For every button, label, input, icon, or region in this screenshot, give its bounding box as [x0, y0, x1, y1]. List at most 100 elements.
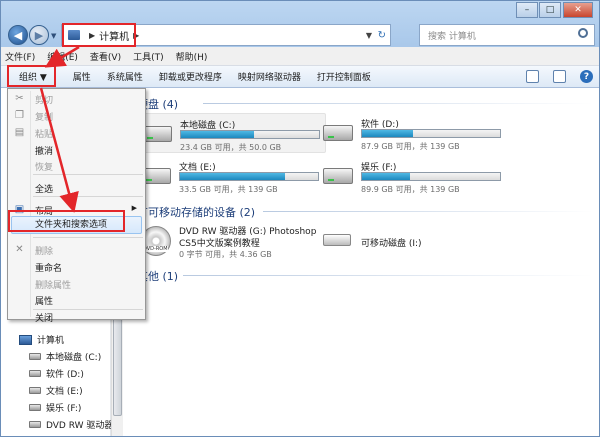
search-icon[interactable] [578, 28, 588, 38]
tree-label: 软件 (D:) [46, 370, 84, 380]
forward-button[interactable]: ▶ [29, 25, 49, 45]
menu-item-rename[interactable]: 重命名 [35, 261, 62, 274]
search-placeholder: 搜索 计算机 [428, 31, 476, 42]
drive-info: 23.4 GB 可用，共 50.0 GB [180, 143, 282, 152]
drive-icon [29, 387, 41, 394]
tree-label: 本地磁盘 (C:) [46, 353, 102, 363]
drive-name: 可移动磁盘 (I:) [361, 239, 422, 249]
tree-label: 计算机 [37, 336, 65, 346]
menu-item-close[interactable]: 关闭 [35, 311, 53, 324]
removable-disk-icon [323, 234, 351, 246]
hard-drive-icon [323, 125, 353, 141]
organize-context-menu: ✂ 剪切 ❐ 复制 ▤ 粘贴 撤消 恢复 全选 ▣ 布局 ▶ 文件夹和搜索选项 … [7, 88, 146, 324]
drive-icon [29, 353, 41, 360]
tree-label: 娱乐 (F:) [46, 404, 82, 414]
drive-e[interactable]: 文档 (E:) 33.5 GB 可用，共 139 GB [141, 156, 326, 196]
submenu-arrow-icon: ▶ [131, 204, 137, 212]
menu-item-remove-properties[interactable]: 删除属性 [35, 278, 71, 291]
dvd-label: DVD-ROM [143, 246, 168, 252]
refresh-icon[interactable]: ↻ [378, 30, 386, 41]
menu-item-redo[interactable]: 恢复 [35, 160, 53, 173]
open-control-panel-button[interactable]: 打开控制面板 [309, 70, 379, 83]
scrollbar-thumb[interactable] [113, 316, 122, 416]
group-divider [183, 275, 593, 276]
annotation-box-address [62, 23, 136, 47]
view-options-icon[interactable] [526, 70, 539, 83]
menu-edit[interactable]: 编辑(E) [47, 50, 78, 63]
arrow-right-icon: ▶ [34, 28, 44, 42]
drive-info: 89.9 GB 可用，共 139 GB [361, 185, 460, 194]
tree-item-drive-c[interactable]: 本地磁盘 (C:) [29, 350, 101, 363]
menu-item-copy[interactable]: 复制 [35, 110, 53, 123]
menu-item-paste[interactable]: 粘贴 [35, 127, 53, 140]
menu-bar: 文件(F) 编辑(E) 查看(V) 工具(T) 帮助(H) [1, 47, 599, 66]
usage-bar [179, 172, 319, 181]
hard-drive-icon [142, 126, 172, 142]
tree-label: 文档 (E:) [46, 387, 83, 397]
usage-bar [361, 129, 501, 138]
drive-name-line2: CS5中文版案例教程 [179, 239, 260, 249]
hard-drive-icon [323, 168, 353, 184]
drive-icon [29, 404, 41, 411]
usage-fill [180, 173, 285, 180]
menu-separator [33, 309, 143, 310]
drive-icon [29, 370, 41, 377]
menu-separator [33, 196, 143, 197]
content-area: 硬盘 (4) 本地磁盘 (C:) 23.4 GB 可用，共 50.0 GB 软件… [123, 88, 599, 436]
tree-item-drive-g[interactable]: DVD RW 驱动器 [29, 418, 113, 431]
group-divider [263, 211, 593, 212]
menu-help[interactable]: 帮助(H) [176, 50, 208, 63]
drive-info: 87.9 GB 可用，共 139 GB [361, 142, 460, 151]
maximize-button[interactable]: □ [539, 2, 561, 18]
usage-bar [180, 130, 320, 139]
drive-d[interactable]: 软件 (D:) 87.9 GB 可用，共 139 GB [323, 113, 508, 153]
map-network-drive-button[interactable]: 映射网络驱动器 [230, 70, 309, 83]
search-box[interactable]: 搜索 计算机 [419, 24, 595, 46]
back-button[interactable]: ◀ [8, 25, 28, 45]
drive-g-dvd[interactable]: DVD-ROM DVD RW 驱动器 (G:) Photoshop CS5中文版… [141, 222, 331, 264]
system-properties-button[interactable]: 系统属性 [99, 70, 151, 83]
drive-f[interactable]: 娱乐 (F:) 89.9 GB 可用，共 139 GB [323, 156, 508, 196]
drive-info: 0 字节 可用，共 4.36 GB [179, 250, 272, 259]
menu-item-undo[interactable]: 撤消 [35, 144, 53, 157]
menu-view[interactable]: 查看(V) [90, 50, 121, 63]
tree-item-drive-f[interactable]: 娱乐 (F:) [29, 401, 81, 414]
computer-icon [19, 334, 32, 345]
menu-item-cut[interactable]: 剪切 [35, 93, 53, 106]
properties-button[interactable]: 属性 [65, 70, 99, 83]
menu-item-select-all[interactable]: 全选 [35, 182, 53, 195]
tree-item-drive-e[interactable]: 文档 (E:) [29, 384, 83, 397]
close-button[interactable]: ✕ [563, 2, 593, 18]
menu-gutter [30, 91, 31, 317]
drive-c[interactable]: 本地磁盘 (C:) 23.4 GB 可用，共 50.0 GB [141, 113, 326, 153]
menu-tools[interactable]: 工具(T) [133, 50, 164, 63]
drive-i-removable[interactable]: 可移动磁盘 (I:) [323, 222, 508, 262]
group-divider [203, 103, 593, 104]
menu-separator [33, 174, 143, 175]
menu-item-properties[interactable]: 属性 [35, 294, 53, 307]
menu-file[interactable]: 文件(F) [5, 50, 35, 63]
group-title-removable[interactable]: 有可移动存储的设备 (2) [137, 204, 255, 220]
uninstall-button[interactable]: 卸载或更改程序 [151, 70, 230, 83]
menu-item-delete[interactable]: 删除 [35, 244, 53, 257]
usage-fill [181, 131, 255, 138]
usage-fill [362, 130, 414, 137]
recent-pages-dropdown[interactable]: ▼ [51, 32, 56, 40]
dvd-drive-icon [29, 421, 41, 428]
delete-icon: ✕ [15, 244, 24, 255]
usage-bar [361, 172, 501, 181]
usage-fill [362, 173, 411, 180]
arrow-left-icon: ◀ [13, 28, 23, 42]
tree-item-drive-d[interactable]: 软件 (D:) [29, 367, 84, 380]
address-dropdown-icon[interactable]: ▼ [366, 31, 372, 40]
explorer-window: – □ ✕ ◀ ▶ ▼ ▶ 计算机 ▶ ▼ ↻ 搜索 计算机 文件(F) 编辑(… [0, 0, 600, 437]
minimize-button[interactable]: – [516, 2, 538, 18]
annotation-box-organize [7, 65, 56, 87]
copy-icon: ❐ [15, 110, 24, 121]
tree-item-computer[interactable]: 计算机 [19, 333, 64, 346]
preview-pane-icon[interactable] [553, 70, 566, 83]
help-icon[interactable]: ? [580, 70, 593, 83]
annotation-box-folder-options [8, 210, 125, 232]
paste-icon: ▤ [14, 127, 25, 138]
scissors-icon: ✂ [15, 93, 24, 104]
